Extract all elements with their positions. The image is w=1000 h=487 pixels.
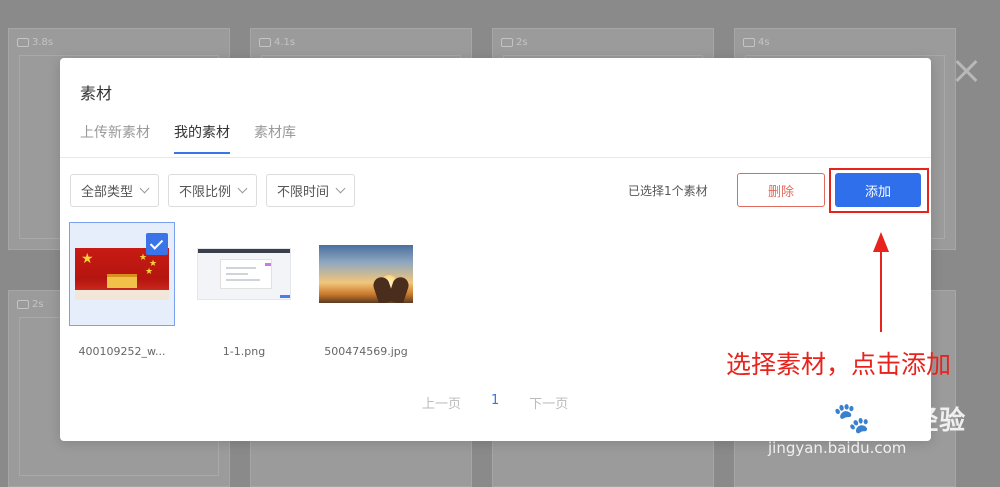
watermark-brand: Bai — [762, 398, 830, 439]
selected-count: 已选择1个素材 — [628, 184, 708, 198]
thumbnail-image — [197, 248, 291, 300]
next-page-button[interactable]: 下一页 — [529, 393, 568, 412]
filter-label: 不限比例 — [179, 185, 232, 200]
material-modal: 素材 上传新素材 我的素材 素材库 全部类型 不限比例 不限时间 已选择1个素材… — [60, 58, 931, 441]
paw-logo-icon: 🐾 — [833, 401, 872, 436]
video-icon — [743, 38, 755, 47]
annotation-arrow-line — [880, 248, 882, 332]
list-item[interactable]: 500474569.jpg — [313, 222, 417, 358]
material-list: ★ ★ ★ ★ 400109252_w... 1-1.png 500474569… — [69, 222, 435, 358]
tab-bar: 上传新素材 我的素材 素材库 — [80, 122, 296, 154]
filter-label: 不限时间 — [277, 185, 330, 200]
video-icon — [501, 38, 513, 47]
delete-button[interactable]: 删除 — [737, 173, 825, 207]
filter-bar: 全部类型 不限比例 不限时间 — [70, 174, 356, 207]
filter-label: 全部类型 — [81, 185, 134, 200]
page-number-current[interactable]: 1 — [491, 393, 499, 412]
material-thumbnail[interactable] — [313, 222, 419, 326]
tab-my-materials[interactable]: 我的素材 — [174, 122, 230, 154]
tab-library[interactable]: 素材库 — [254, 122, 296, 154]
video-duration: 4.1s — [259, 37, 295, 48]
chevron-down-icon — [237, 183, 248, 194]
material-thumbnail[interactable]: ★ ★ ★ ★ — [69, 222, 175, 326]
material-name: 500474569.jpg — [324, 345, 408, 358]
thumbnail-image: ★ ★ ★ ★ — [75, 248, 169, 300]
video-duration: 2s — [17, 299, 44, 310]
watermark: Bai 🐾 u 经验 jingyan.baidu.com — [762, 398, 966, 457]
close-icon[interactable] — [950, 55, 982, 87]
material-thumbnail[interactable] — [191, 222, 297, 326]
video-icon — [259, 38, 271, 47]
thumbnail-image — [319, 245, 413, 303]
video-icon — [17, 300, 29, 309]
video-duration: 3.8s — [17, 37, 53, 48]
tab-upload[interactable]: 上传新素材 — [80, 122, 150, 154]
watermark-cn: 经验 — [912, 406, 967, 436]
material-name: 400109252_w... — [78, 345, 166, 358]
prev-page-button[interactable]: 上一页 — [422, 393, 461, 412]
chevron-down-icon — [335, 183, 346, 194]
watermark-domain: jingyan.baidu.com — [768, 439, 907, 457]
video-duration: 4s — [743, 37, 770, 48]
material-name: 1-1.png — [222, 345, 266, 358]
modal-title: 素材 — [80, 84, 113, 103]
filter-time-select[interactable]: 不限时间 — [266, 174, 356, 207]
video-duration: 2s — [501, 37, 528, 48]
filter-ratio-select[interactable]: 不限比例 — [168, 174, 258, 207]
list-item[interactable]: 1-1.png — [191, 222, 295, 358]
video-icon — [17, 38, 29, 47]
divider — [60, 157, 931, 158]
list-item[interactable]: ★ ★ ★ ★ 400109252_w... — [69, 222, 175, 358]
filter-type-select[interactable]: 全部类型 — [70, 174, 160, 207]
annotation-text: 选择素材，点击添加 — [726, 350, 952, 379]
chevron-down-icon — [139, 183, 150, 194]
annotation-highlight-box — [829, 168, 929, 213]
watermark-brand-tail: u — [875, 398, 903, 439]
pagination: 上一页 1 下一页 — [422, 393, 568, 412]
checkbox-checked-icon[interactable] — [146, 233, 168, 255]
